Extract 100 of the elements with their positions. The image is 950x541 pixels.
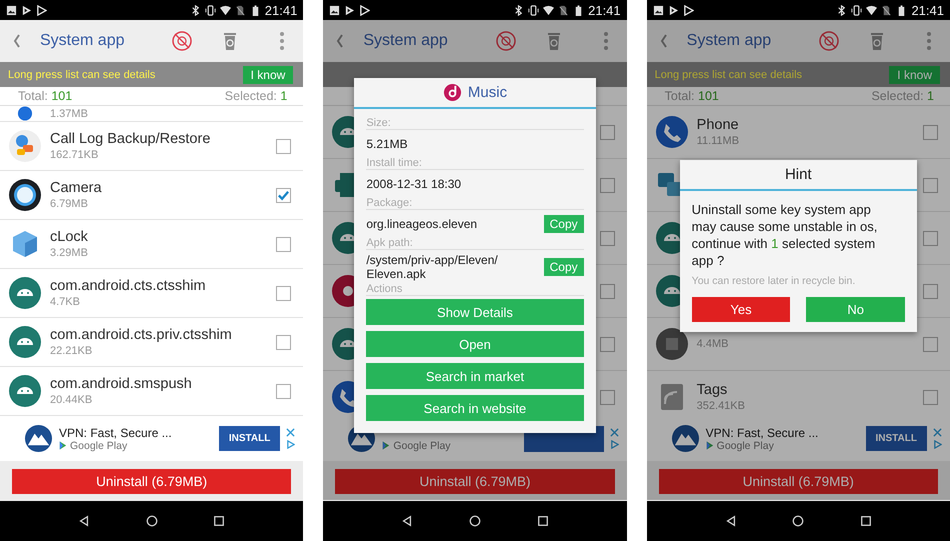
action-button[interactable]: Show Details [366, 299, 584, 325]
bluetooth-icon [513, 4, 524, 16]
checkbox[interactable] [276, 286, 292, 300]
section-label: Actions [366, 281, 584, 296]
uninstall-button[interactable]: Uninstall (6.79MB) [658, 468, 938, 494]
checkbox[interactable] [600, 336, 615, 352]
close-icon[interactable] [286, 428, 296, 437]
field-value: /system/priv-app/Eleven/ Eleven.apk [366, 253, 499, 281]
wifi-icon [866, 4, 878, 16]
app-name: com.android.cts.ctsshim [50, 278, 207, 294]
checkbox[interactable] [276, 138, 292, 154]
checkbox[interactable] [600, 390, 615, 404]
ad-choices-icon[interactable] [286, 440, 296, 449]
checkbox[interactable] [922, 178, 938, 192]
store-name: Google Play [70, 440, 128, 452]
app-size: 352.41KB [696, 400, 746, 412]
app-name: com.android.cts.priv.ctsshim [50, 327, 233, 343]
checkbox[interactable] [600, 178, 615, 192]
action-button[interactable]: Search in website [366, 395, 584, 421]
app-size: 20.44KB [50, 394, 94, 406]
action-button[interactable]: Open [366, 331, 584, 357]
recents-icon[interactable] [536, 515, 549, 527]
image-icon [329, 4, 340, 16]
bluetooth-icon [190, 4, 201, 16]
play-icon [21, 4, 32, 16]
home-icon[interactable] [468, 515, 481, 527]
app-size: 6.79MB [50, 198, 89, 210]
hint-message: Uninstall some key system app may cause some unstable in os, continue with 1 selected system app ? [692, 201, 878, 269]
ad-title: VPN: Fast, Secure ... [59, 426, 173, 440]
play-store-icon [59, 441, 67, 450]
toolbar-title: System app [363, 32, 449, 50]
no-ads-icon[interactable] [818, 30, 840, 52]
close-icon[interactable] [932, 428, 942, 437]
phone-icon [654, 115, 689, 149]
i-know-button[interactable]: I know [242, 66, 294, 84]
install-button[interactable]: INSTALL [866, 426, 927, 451]
wifi-icon [543, 4, 554, 16]
checkbox[interactable] [600, 124, 615, 140]
dialog-button[interactable]: No [806, 297, 905, 322]
home-icon[interactable] [792, 515, 804, 527]
back-icon[interactable] [78, 515, 90, 527]
app-size: 11.11MB [696, 135, 740, 147]
uninstall-button[interactable]: Uninstall (6.79MB) [335, 468, 615, 494]
mountain-logo-icon [24, 424, 53, 453]
app-name: Phone [696, 117, 740, 133]
play-icon [682, 4, 694, 16]
i-know-button[interactable]: I know [889, 66, 940, 84]
copy-button[interactable]: Copy [544, 215, 584, 233]
vibrate-icon [528, 4, 540, 16]
checkbox[interactable] [922, 124, 938, 140]
mountain-logo-icon [670, 424, 700, 453]
back-icon[interactable] [401, 515, 414, 527]
bluetooth-icon [836, 4, 848, 16]
android-icon [8, 374, 42, 408]
app-size: 4.4MB [696, 338, 730, 350]
app-size: 162.71KB [50, 149, 100, 161]
wifi-icon [220, 4, 231, 16]
ad-choices-icon[interactable] [932, 440, 942, 449]
ad-title: VPN: Fast, Secure ... [706, 426, 820, 440]
copy-button[interactable]: Copy [544, 258, 584, 276]
home-icon[interactable] [146, 515, 158, 527]
checkbox[interactable] [922, 230, 938, 246]
recents-icon[interactable] [213, 515, 226, 527]
field-value: 5.21MB [366, 137, 408, 151]
checkbox[interactable] [276, 188, 292, 202]
selected-count: Selected: 1 [224, 89, 288, 103]
ad-choices-icon[interactable] [610, 440, 619, 449]
app-icon [8, 129, 42, 163]
recents-icon[interactable] [860, 515, 872, 527]
checkbox[interactable] [922, 390, 938, 404]
hint-note: You can restore later in recycle bin. [692, 275, 856, 287]
checkbox[interactable] [276, 334, 292, 350]
music-icon [442, 83, 462, 102]
image-icon [652, 4, 664, 16]
checkbox[interactable] [276, 236, 292, 252]
checkbox[interactable] [922, 336, 938, 352]
install-button[interactable]: INSTALL [218, 426, 280, 451]
field-label: Install time: [366, 155, 584, 170]
no-ads-icon[interactable] [494, 30, 517, 52]
android-icon [8, 325, 42, 359]
no-ads-icon[interactable] [171, 30, 194, 52]
play-icon [668, 4, 679, 16]
uninstall-button[interactable]: Uninstall (6.79MB) [12, 468, 292, 494]
back-icon[interactable] [724, 515, 737, 527]
app-size: 1.37MB [50, 108, 88, 121]
close-icon[interactable] [610, 428, 619, 437]
clock-time: 21:41 [588, 2, 621, 18]
app-name: cLock [50, 229, 89, 245]
banner-text: Long press list can see details [8, 68, 156, 80]
camera-lens-icon [8, 178, 42, 212]
checkbox[interactable] [600, 230, 615, 246]
vibrate-icon [851, 4, 862, 16]
dialog-button[interactable]: Yes [692, 297, 790, 322]
checkbox[interactable] [922, 284, 938, 298]
action-button[interactable]: Search in market [366, 363, 584, 389]
play-store-icon [382, 441, 390, 450]
checkbox[interactable] [276, 384, 292, 398]
checkbox[interactable] [600, 284, 615, 298]
vibrate-icon [204, 4, 216, 16]
image-icon [6, 4, 17, 16]
